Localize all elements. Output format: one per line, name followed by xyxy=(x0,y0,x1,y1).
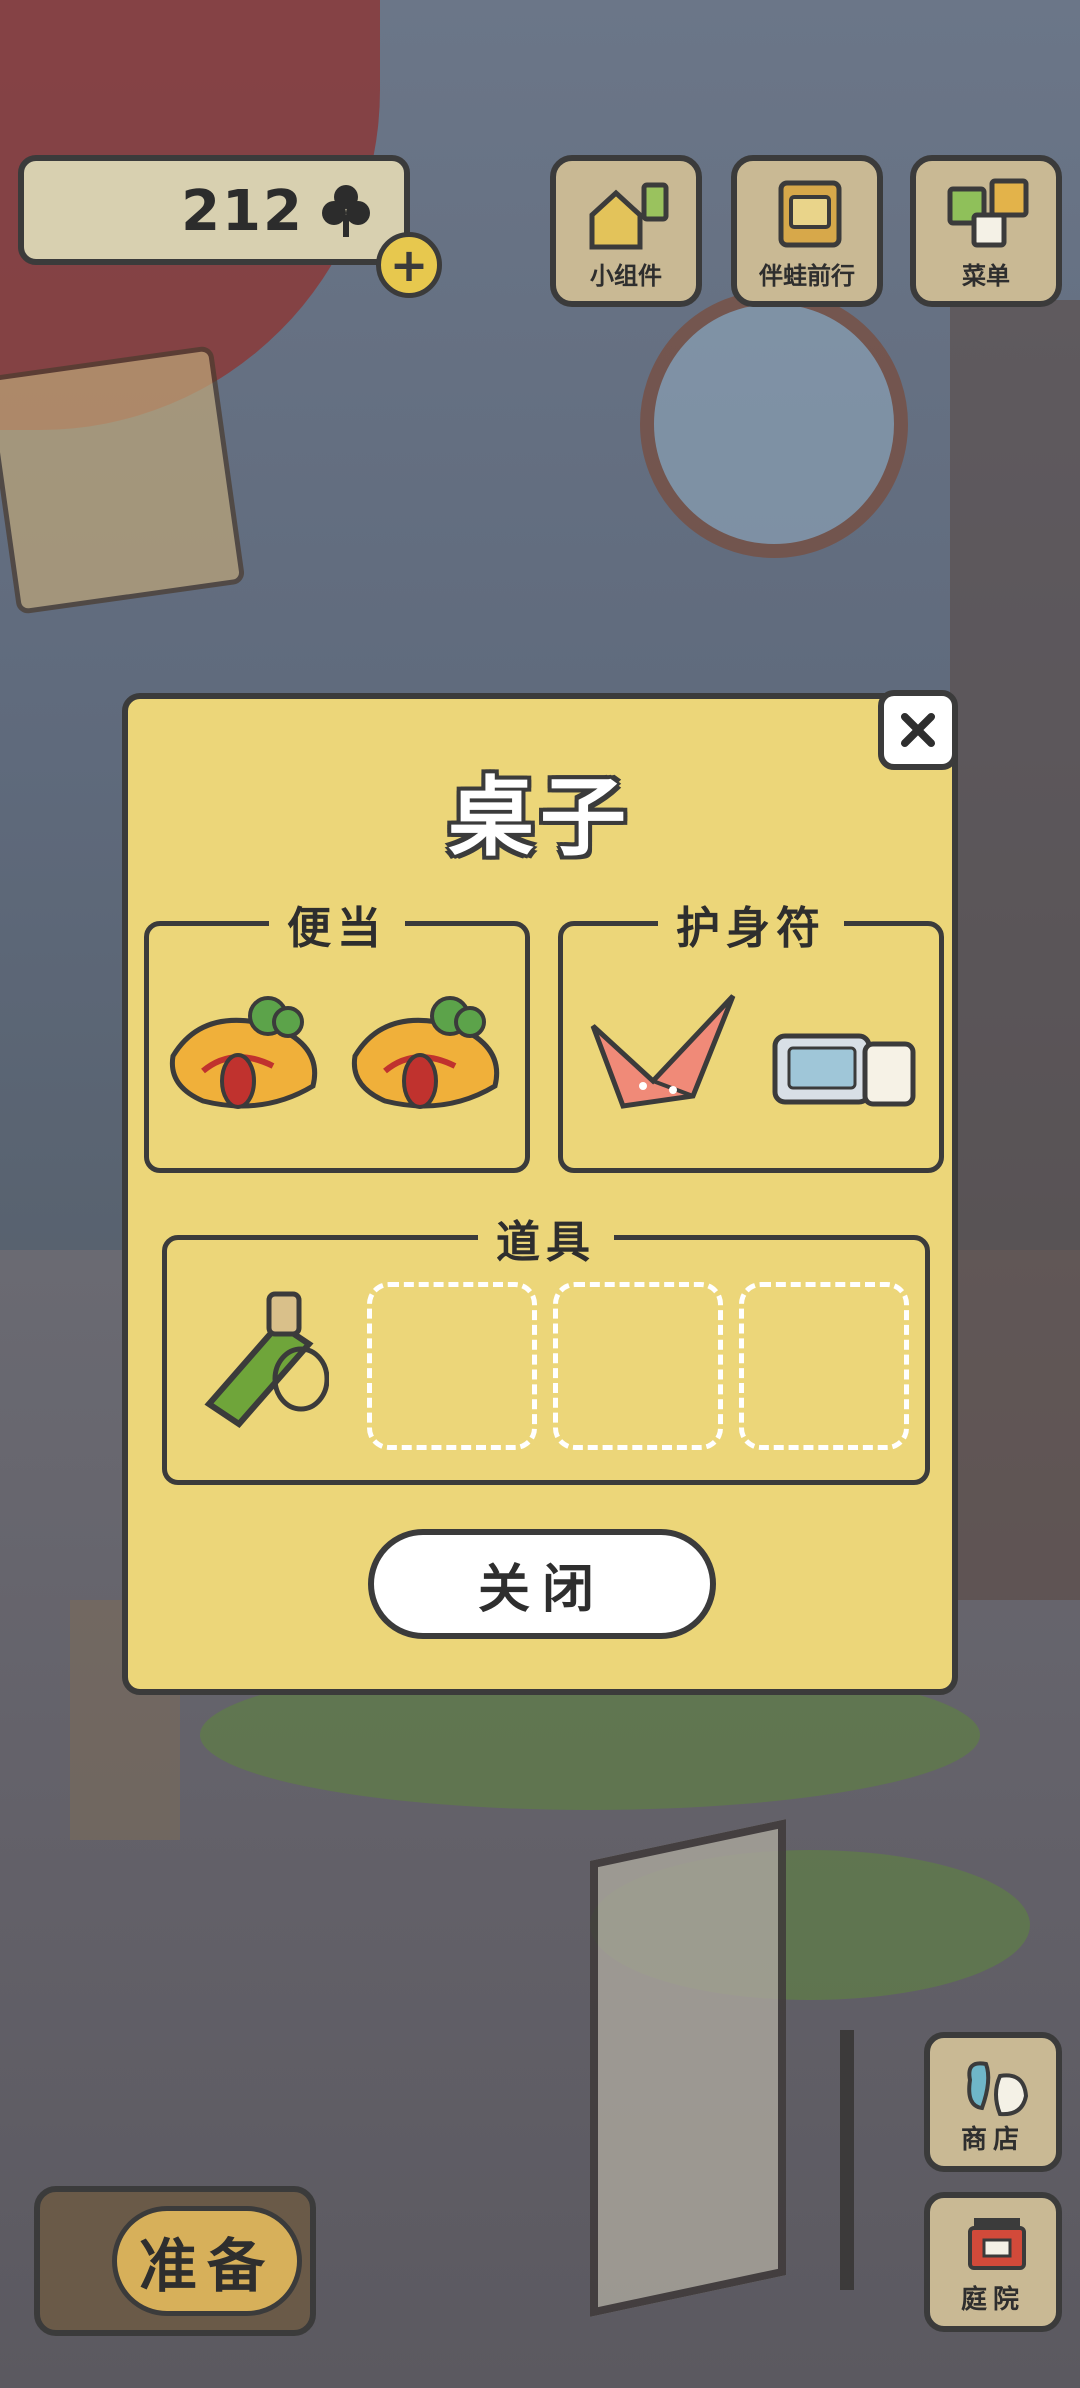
album-button[interactable]: 伴蛙前行 xyxy=(731,155,883,307)
charm-label: 护身符 xyxy=(658,892,844,956)
add-clover-button[interactable]: + xyxy=(376,232,442,298)
charm-section: 护身符 xyxy=(558,892,944,1173)
round-window xyxy=(640,290,908,558)
clover-count: 212 xyxy=(181,179,304,244)
dialog-title: 桌子 xyxy=(448,768,632,868)
tools-section: 道具 xyxy=(162,1206,930,1485)
shop-icon xyxy=(967,2061,1029,2117)
table-dialog: 桌子 便当 护身符 道具 关闭 xyxy=(122,693,958,1695)
garden-icon xyxy=(968,2218,1026,2270)
bento-label: 便当 xyxy=(269,892,405,956)
prepare-button[interactable]: 准备 xyxy=(34,2186,316,2336)
menu-icon xyxy=(947,178,1029,248)
album-icon xyxy=(778,180,842,248)
clover-counter: 212 xyxy=(18,155,410,265)
x-icon xyxy=(900,712,936,748)
empty-tool-slot[interactable] xyxy=(553,1282,723,1450)
paper-crane-icon[interactable] xyxy=(583,986,743,1126)
garden-label: 庭院 xyxy=(960,2285,1025,2315)
bamboo-canteen-icon[interactable] xyxy=(189,1284,329,1434)
folding-screen xyxy=(590,1819,786,2317)
bento-item-2[interactable] xyxy=(345,986,515,1116)
close-icon[interactable] xyxy=(878,690,958,770)
widget-icon xyxy=(589,182,669,250)
prepare-label: 准备 xyxy=(112,2206,302,2316)
clover-icon xyxy=(322,185,370,237)
shop-button[interactable]: 商店 xyxy=(924,2032,1062,2172)
widget-button[interactable]: 小组件 xyxy=(550,155,702,307)
photo-ticket-icon[interactable] xyxy=(769,1026,919,1116)
map-scroll xyxy=(0,345,246,615)
shop-label: 商店 xyxy=(960,2125,1025,2155)
bento-item-1[interactable] xyxy=(163,986,333,1116)
bento-section: 便当 xyxy=(144,892,530,1173)
right-shelf xyxy=(950,300,1080,1600)
candle-stand xyxy=(840,2030,854,2290)
garden-button[interactable]: 庭院 xyxy=(924,2192,1062,2332)
empty-tool-slot[interactable] xyxy=(739,1282,909,1450)
menu-label: 菜单 xyxy=(962,262,1010,290)
album-label: 伴蛙前行 xyxy=(759,262,855,290)
widget-label: 小组件 xyxy=(590,262,662,290)
menu-button[interactable]: 菜单 xyxy=(910,155,1062,307)
empty-tool-slot[interactable] xyxy=(367,1282,537,1450)
tools-label: 道具 xyxy=(478,1206,614,1270)
close-button[interactable]: 关闭 xyxy=(368,1529,716,1639)
